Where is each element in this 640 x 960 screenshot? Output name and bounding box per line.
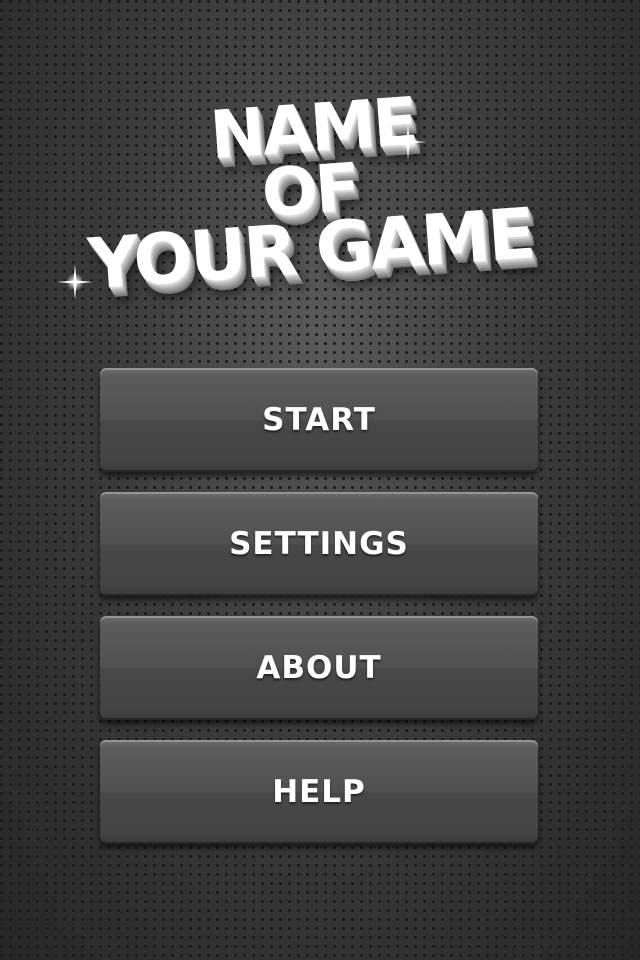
sparkle-icon [390, 124, 426, 160]
main-menu-screen: NAME OF YOUR GAME START SETTINGS ABOUT H… [0, 0, 640, 960]
main-menu: START SETTINGS ABOUT HELP [100, 368, 538, 844]
about-button[interactable]: ABOUT [100, 616, 538, 720]
logo-line-your-game: YOUR GAME [85, 192, 536, 306]
help-button-label: HELP [272, 774, 366, 810]
sparkle-icon [57, 264, 93, 300]
start-button-label: START [262, 402, 376, 438]
about-button-label: ABOUT [256, 650, 382, 686]
help-button[interactable]: HELP [100, 740, 538, 844]
settings-button[interactable]: SETTINGS [100, 492, 538, 596]
start-button[interactable]: START [100, 368, 538, 472]
game-logo: NAME OF YOUR GAME [0, 70, 640, 310]
settings-button-label: SETTINGS [229, 526, 409, 562]
